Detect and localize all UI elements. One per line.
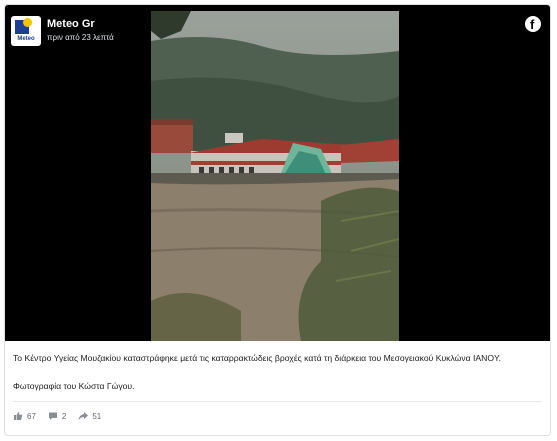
share-count: 51 xyxy=(92,411,102,421)
facebook-icon[interactable]: f xyxy=(525,16,541,32)
reactions-bar: 67 2 51 xyxy=(13,409,113,423)
embedded-post-card: Meteo Meteo Gr πριν από 23 λεπτά f Το Κέ… xyxy=(4,4,551,436)
flood-photo[interactable] xyxy=(151,11,399,341)
comment-count-button[interactable]: 2 xyxy=(48,411,66,421)
page-name[interactable]: Meteo Gr xyxy=(47,18,95,30)
avatar-text: Meteo xyxy=(17,36,35,42)
like-icon xyxy=(14,412,23,420)
comment-count: 2 xyxy=(61,411,67,421)
like-count: 67 xyxy=(27,411,36,421)
comment-icon xyxy=(48,412,57,420)
meteo-logo-sun xyxy=(23,18,32,27)
share-icon xyxy=(78,412,89,420)
post-caption: Το Κέντρο Υγείας Μουζακίου καταστράφηκε … xyxy=(13,353,502,363)
photo-credit: Φωτογραφία του Κώστα Γώγου. xyxy=(13,381,135,391)
divider xyxy=(13,401,541,402)
post-media[interactable]: Meteo Meteo Gr πριν από 23 λεπτά f xyxy=(5,5,550,341)
post-timestamp[interactable]: πριν από 23 λεπτά xyxy=(47,33,114,42)
like-count-button[interactable]: 67 xyxy=(13,411,36,421)
facebook-icon-glyph: f xyxy=(530,17,535,32)
page-avatar[interactable]: Meteo xyxy=(11,16,41,46)
share-count-button[interactable]: 51 xyxy=(78,411,101,421)
